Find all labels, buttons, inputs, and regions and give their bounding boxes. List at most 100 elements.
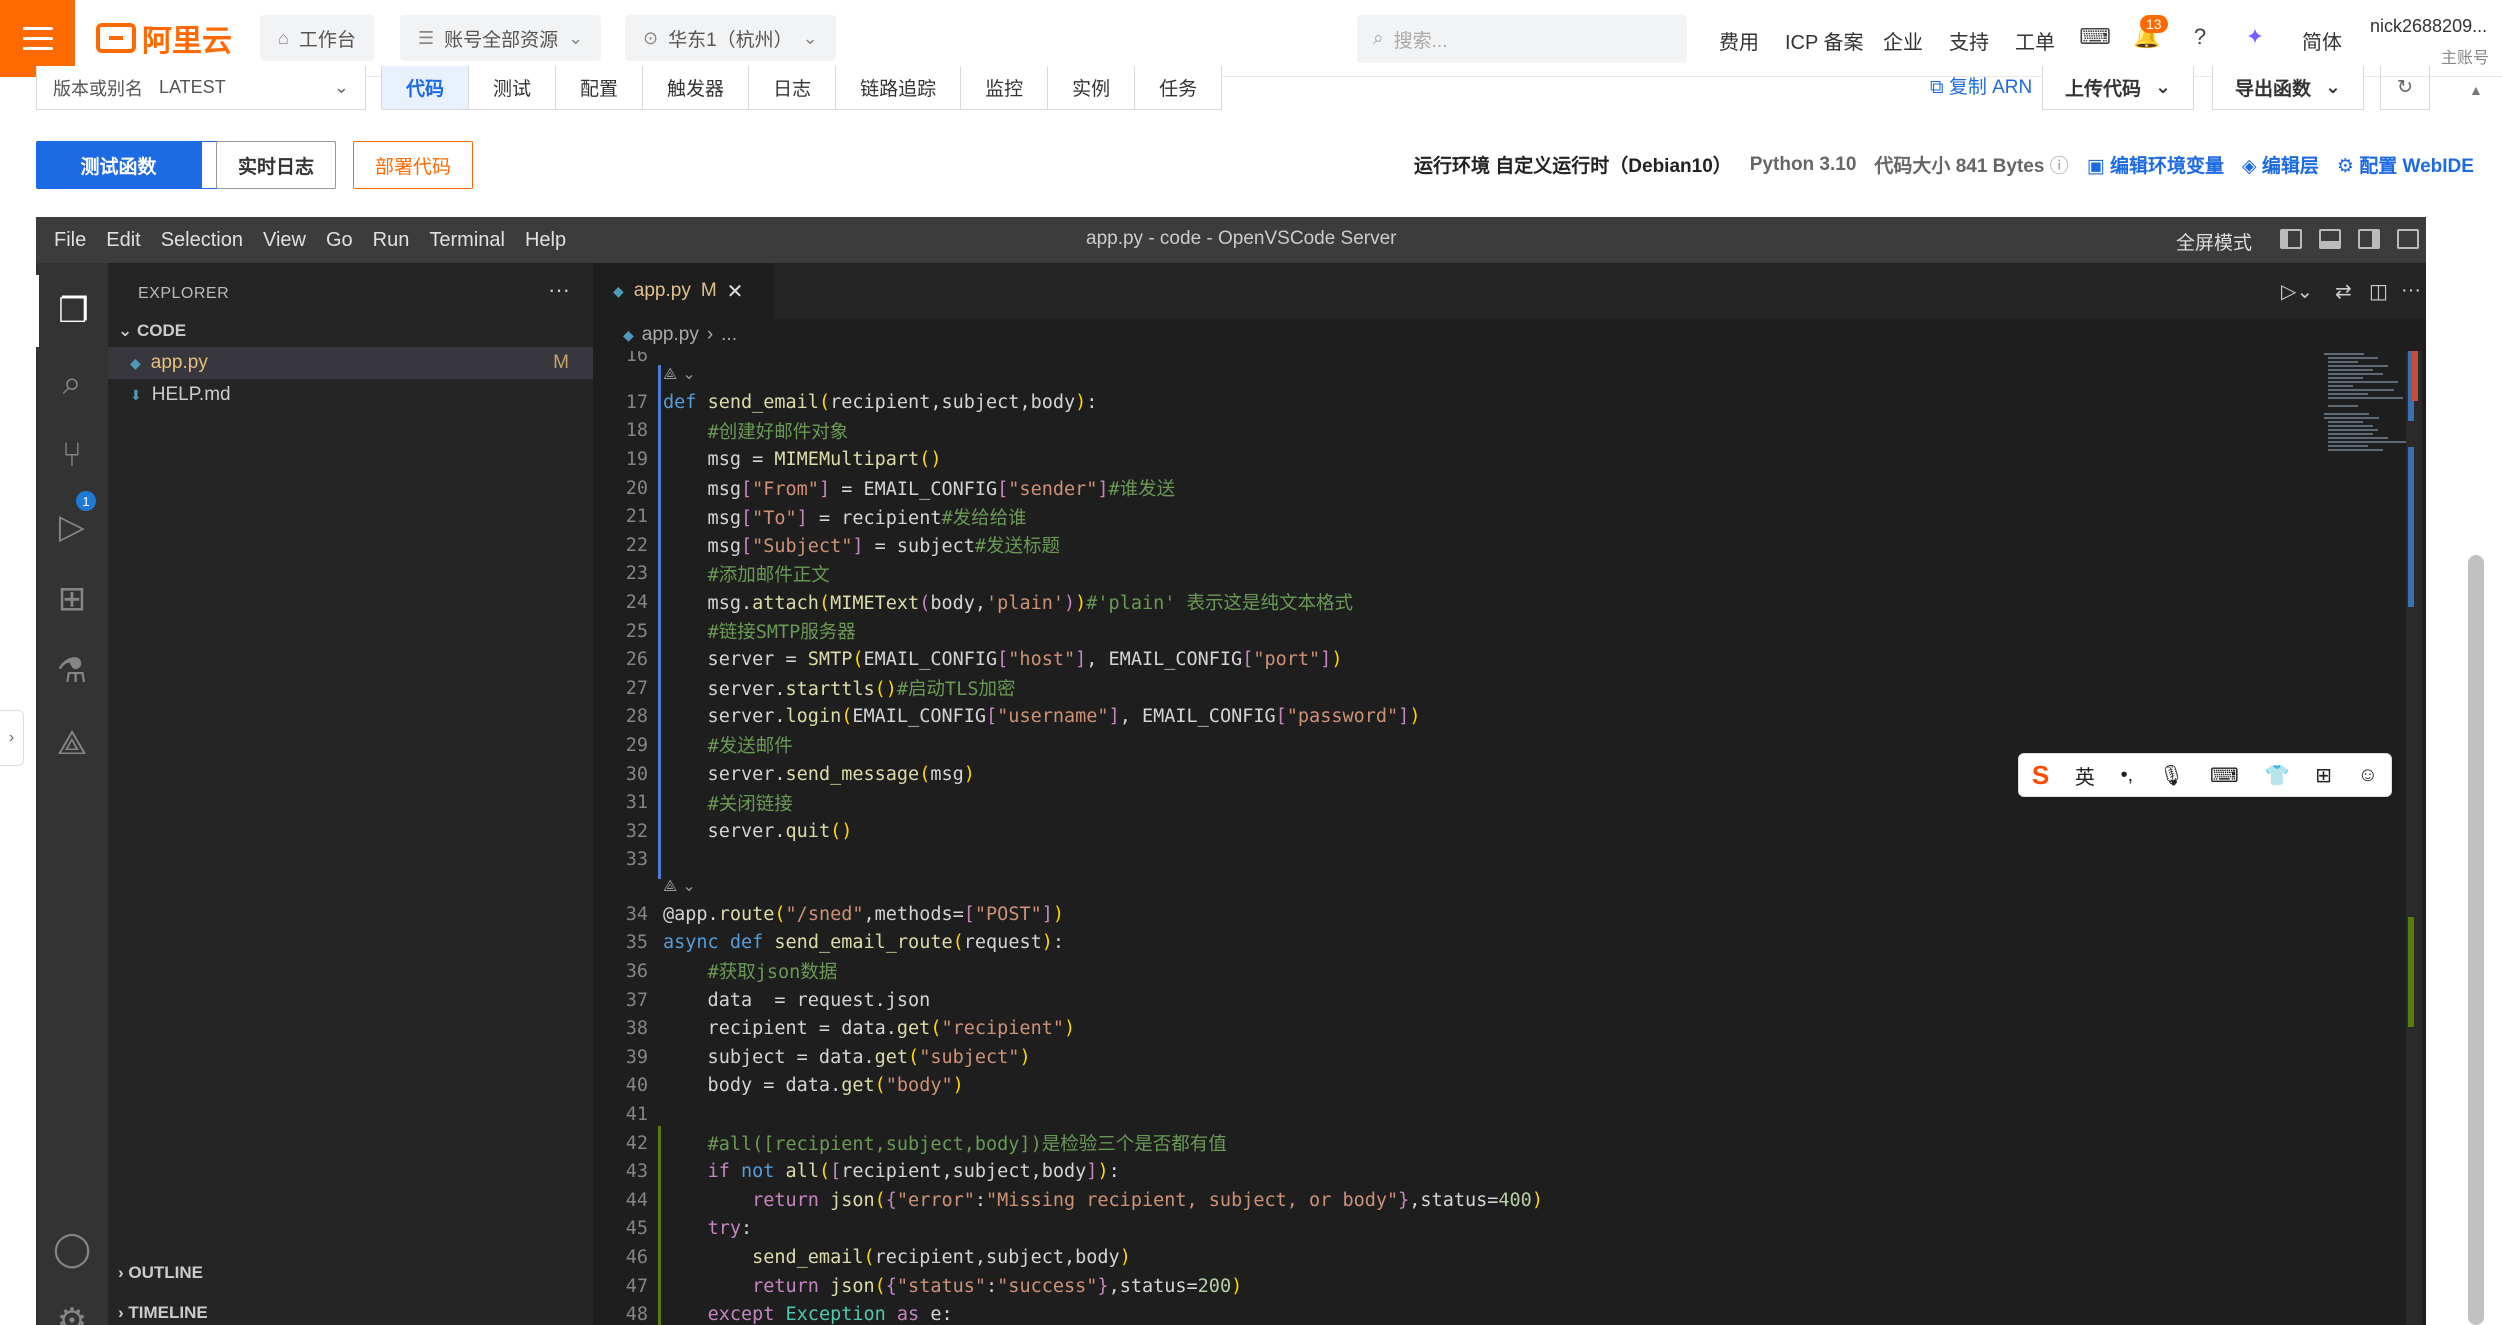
- fullscreen-button[interactable]: 全屏模式: [2176, 228, 2252, 255]
- split-editor-icon[interactable]: ◫: [2369, 279, 2388, 304]
- run-debug-icon[interactable]: ▷: [36, 491, 108, 563]
- timeline-section[interactable]: › TIMELINE: [118, 1303, 208, 1323]
- minimap[interactable]: [2324, 351, 2416, 511]
- logo-text: 阿里云: [142, 25, 232, 58]
- codelens-fc-icon[interactable]: ⟁ ⌄: [663, 876, 696, 896]
- search-input[interactable]: ⌕ 搜索...: [1357, 15, 1687, 63]
- more-actions-icon[interactable]: ···: [548, 277, 570, 303]
- expand-panel-handle[interactable]: ›: [0, 710, 24, 766]
- function-compute-icon[interactable]: ⟁: [36, 707, 108, 779]
- menu-run[interactable]: Run: [363, 229, 420, 252]
- explorer-icon[interactable]: ❐: [36, 275, 108, 347]
- tab-instances[interactable]: 实例: [1048, 66, 1136, 109]
- test-function-button[interactable]: 测试函数: [36, 141, 201, 189]
- line-number: 44: [625, 1189, 648, 1211]
- export-function-button[interactable]: 导出函数 ⌄: [2212, 66, 2364, 110]
- code-text: data = request.json: [663, 989, 931, 1011]
- nav-link-ticket[interactable]: 工单: [2015, 26, 2055, 55]
- tab-logs[interactable]: 日志: [749, 66, 837, 109]
- ime-mode-toggle[interactable]: 英: [2075, 761, 2095, 790]
- source-control-icon[interactable]: ⑂: [36, 419, 108, 491]
- manage-gear-icon[interactable]: ⚙: [36, 1285, 108, 1325]
- breadcrumb-symbol[interactable]: ...: [721, 324, 737, 346]
- outline-section[interactable]: › OUTLINE: [118, 1263, 203, 1283]
- version-alias-select[interactable]: 版本或别名 LATEST ⌄: [36, 66, 366, 110]
- toggle-sidebar-icon[interactable]: [2280, 229, 2302, 249]
- page-scroll-up-arrow[interactable]: ▲: [2469, 82, 2483, 98]
- user-account-name[interactable]: nick2688209...: [2370, 16, 2487, 37]
- codelens-fc-icon[interactable]: ⟁ ⌄: [663, 364, 696, 384]
- menu-file[interactable]: File: [36, 229, 96, 252]
- folder-header[interactable]: ⌄ CODE: [118, 321, 186, 341]
- deploy-code-button[interactable]: 部署代码: [353, 141, 473, 189]
- realtime-log-button[interactable]: 实时日志: [216, 141, 336, 189]
- editor-tab-app-py[interactable]: ◆ app.py M ✕: [593, 263, 773, 319]
- tab-tracing[interactable]: 链路追踪: [836, 66, 962, 109]
- microphone-icon[interactable]: 🎙: [2159, 763, 2184, 788]
- aliyun-mark-icon: [96, 23, 136, 53]
- code-line: 24 msg.attach(MIMEText(body,'plain'))#'p…: [593, 588, 2293, 617]
- nav-link-support[interactable]: 支持: [1949, 26, 1989, 55]
- skin-icon[interactable]: 👕: [2265, 763, 2290, 788]
- language-switch[interactable]: 简体: [2302, 26, 2342, 55]
- outline-label: OUTLINE: [128, 1263, 204, 1282]
- refresh-button[interactable]: ↻: [2380, 66, 2430, 110]
- code-text: except Exception as e:: [707, 1304, 953, 1325]
- code-text: @app.route("/sned",methods=["POST"]): [663, 903, 1065, 925]
- tab-triggers[interactable]: 触发器: [643, 66, 750, 109]
- code-line: 34 @app.route("/sned",methods=["POST"]): [593, 900, 2293, 929]
- mascot-icon[interactable]: ☺: [2358, 764, 2378, 787]
- info-icon[interactable]: ⓘ: [2050, 156, 2069, 177]
- nav-link-enterprise[interactable]: 企业: [1883, 26, 1923, 55]
- code-editor[interactable]: 16 ⟁ ⌄ 17 def send_email(recipient,subjec…: [593, 351, 2313, 1325]
- file-item-help-md[interactable]: ⬇ HELP.md: [108, 379, 593, 411]
- region-selector[interactable]: ⊙ 华东1（杭州） ⌄: [625, 15, 836, 61]
- ime-logo[interactable]: S: [2032, 760, 2049, 791]
- menu-view[interactable]: View: [253, 229, 316, 252]
- config-webide-link[interactable]: ⚙ 配置 WebIDE: [2337, 151, 2474, 178]
- workbench-button[interactable]: ⌂ 工作台: [260, 15, 374, 61]
- open-changes-icon[interactable]: ⇄: [2335, 279, 2352, 304]
- help-icon[interactable]: ?: [2185, 22, 2215, 52]
- search-icon[interactable]: ⌕: [36, 347, 108, 419]
- menu-help[interactable]: Help: [515, 229, 576, 252]
- terminal-icon[interactable]: ⌨: [2079, 22, 2111, 52]
- tab-tasks[interactable]: 任务: [1135, 66, 1221, 109]
- menu-selection[interactable]: Selection: [151, 229, 253, 252]
- tab-config[interactable]: 配置: [556, 66, 644, 109]
- tab-code[interactable]: 代码: [382, 66, 470, 109]
- extensions-icon[interactable]: ⊞: [36, 563, 108, 635]
- breadcrumb-file[interactable]: app.py: [642, 324, 699, 346]
- copy-arn-link[interactable]: ⧉ 复制 ARN: [1930, 72, 2032, 99]
- menu-go[interactable]: Go: [316, 229, 363, 252]
- menu-terminal[interactable]: Terminal: [419, 229, 515, 252]
- nav-link-icp[interactable]: ICP 备案: [1785, 26, 1864, 55]
- tab-monitor[interactable]: 监控: [961, 66, 1049, 109]
- upload-code-button[interactable]: 上传代码 ⌄: [2042, 66, 2194, 110]
- menu-edit[interactable]: Edit: [96, 229, 150, 252]
- edit-layer-link[interactable]: ◈ 编辑层: [2242, 151, 2319, 178]
- page-scrollbar-thumb[interactable]: [2468, 555, 2484, 1325]
- toolbox-grid-icon[interactable]: ⊞: [2315, 763, 2332, 788]
- resource-selector[interactable]: ☰ 账号全部资源 ⌄: [400, 15, 602, 61]
- ai-assistant-icon[interactable]: ✦: [2240, 22, 2270, 52]
- toggle-secondary-sidebar-icon[interactable]: [2358, 229, 2380, 249]
- more-actions-icon[interactable]: ···: [2401, 279, 2421, 302]
- tab-test[interactable]: 测试: [469, 66, 557, 109]
- toggle-panel-icon[interactable]: [2319, 229, 2341, 249]
- code-line: 23 #添加邮件正文: [593, 560, 2293, 589]
- account-icon[interactable]: ◯: [36, 1213, 108, 1285]
- file-item-app-py[interactable]: ◆ app.py M: [108, 347, 593, 379]
- testing-flask-icon[interactable]: ⚗: [36, 635, 108, 707]
- tab-label: app.py: [633, 280, 691, 301]
- customize-layout-icon[interactable]: [2397, 229, 2419, 249]
- close-icon[interactable]: ✕: [727, 279, 744, 304]
- edit-env-vars-link[interactable]: ▣ 编辑环境变量: [2087, 151, 2224, 178]
- nav-link-fees[interactable]: 费用: [1719, 26, 1759, 55]
- run-file-icon[interactable]: ▷⌄: [2281, 279, 2313, 304]
- code-text: return json({"status":"success"},status=…: [752, 1275, 1243, 1297]
- punctuation-icon[interactable]: •,: [2121, 764, 2134, 787]
- keyboard-icon[interactable]: ⌨: [2210, 763, 2239, 788]
- chevron-right-icon: ›: [706, 324, 714, 345]
- aliyun-logo[interactable]: 阿里云: [96, 18, 232, 58]
